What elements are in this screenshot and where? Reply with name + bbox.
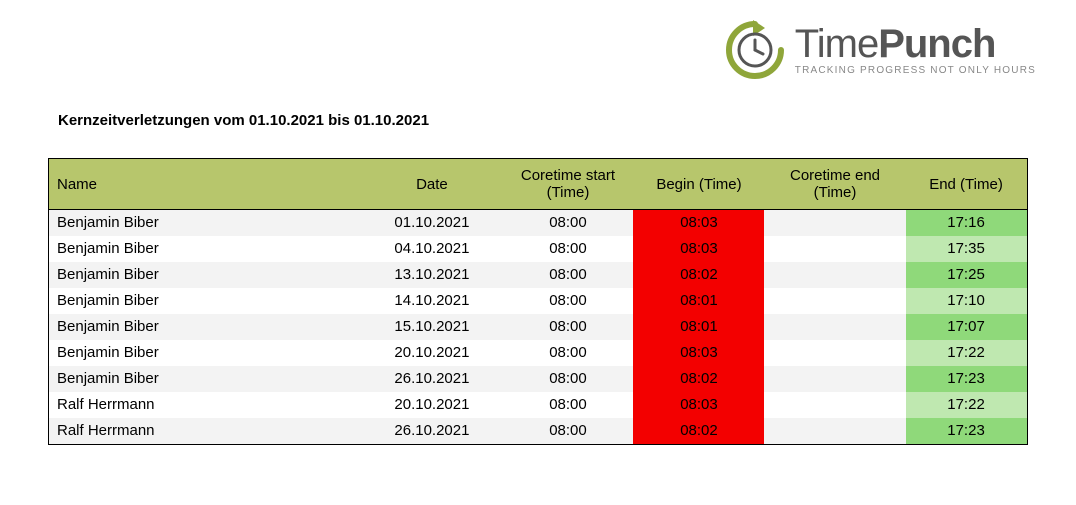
cell-end: 17:25 bbox=[906, 262, 1027, 288]
table-row: Benjamin Biber13.10.202108:0008:02 17:25 bbox=[49, 262, 1027, 288]
cell-begin: 08:01 bbox=[633, 314, 764, 340]
cell-coretime-end bbox=[764, 236, 905, 262]
cell-begin: 08:02 bbox=[633, 366, 764, 392]
table-row: Benjamin Biber20.10.202108:0008:03 17:22 bbox=[49, 340, 1027, 366]
cell-coretime-start: 08:00 bbox=[502, 366, 633, 392]
page-title: Kernzeitverletzungen vom 01.10.2021 bis … bbox=[58, 112, 429, 129]
brand-part1: Time bbox=[795, 22, 878, 66]
cell-name: Ralf Herrmann bbox=[49, 418, 361, 444]
cell-coretime-end bbox=[764, 366, 905, 392]
col-header-end: End (Time) bbox=[906, 159, 1027, 210]
cell-date: 15.10.2021 bbox=[361, 314, 502, 340]
cell-begin: 08:03 bbox=[633, 210, 764, 236]
col-header-date: Date bbox=[361, 159, 502, 210]
cell-name: Benjamin Biber bbox=[49, 236, 361, 262]
brand-name: TimePunch bbox=[795, 24, 996, 64]
table-header-row: Name Date Coretime start (Time) Begin (T… bbox=[49, 159, 1027, 210]
cell-coretime-start: 08:00 bbox=[502, 418, 633, 444]
cell-end: 17:35 bbox=[906, 236, 1027, 262]
cell-date: 26.10.2021 bbox=[361, 418, 502, 444]
cell-date: 04.10.2021 bbox=[361, 236, 502, 262]
cell-coretime-end bbox=[764, 392, 905, 418]
cell-coretime-end bbox=[764, 288, 905, 314]
brand-tagline: TRACKING PROGRESS NOT ONLY HOURS bbox=[795, 66, 1036, 76]
cell-begin: 08:03 bbox=[633, 340, 764, 366]
cell-begin: 08:02 bbox=[633, 262, 764, 288]
table-row: Benjamin Biber01.10.202108:0008:03 17:16 bbox=[49, 210, 1027, 236]
cell-end: 17:16 bbox=[906, 210, 1027, 236]
col-header-coretime-end: Coretime end (Time) bbox=[764, 159, 905, 210]
table-row: Benjamin Biber26.10.202108:0008:02 17:23 bbox=[49, 366, 1027, 392]
brand-part2: Punch bbox=[878, 22, 995, 66]
col-header-name: Name bbox=[49, 159, 361, 210]
cell-name: Benjamin Biber bbox=[49, 314, 361, 340]
table-row: Benjamin Biber15.10.202108:0008:01 17:07 bbox=[49, 314, 1027, 340]
cell-end: 17:22 bbox=[906, 340, 1027, 366]
cell-coretime-end bbox=[764, 340, 905, 366]
cell-end: 17:23 bbox=[906, 418, 1027, 444]
cell-coretime-end bbox=[764, 210, 905, 236]
cell-coretime-start: 08:00 bbox=[502, 288, 633, 314]
logo-text: TimePunch TRACKING PROGRESS NOT ONLY HOU… bbox=[795, 24, 1036, 76]
table-row: Ralf Herrmann20.10.202108:0008:03 17:22 bbox=[49, 392, 1027, 418]
table-row: Ralf Herrmann26.10.202108:0008:02 17:23 bbox=[49, 418, 1027, 444]
clock-arrow-icon bbox=[723, 18, 787, 82]
cell-begin: 08:03 bbox=[633, 392, 764, 418]
cell-name: Ralf Herrmann bbox=[49, 392, 361, 418]
cell-name: Benjamin Biber bbox=[49, 262, 361, 288]
cell-date: 26.10.2021 bbox=[361, 366, 502, 392]
logo: TimePunch TRACKING PROGRESS NOT ONLY HOU… bbox=[723, 18, 1036, 82]
cell-coretime-start: 08:00 bbox=[502, 262, 633, 288]
cell-date: 13.10.2021 bbox=[361, 262, 502, 288]
table-row: Benjamin Biber14.10.202108:0008:01 17:10 bbox=[49, 288, 1027, 314]
cell-date: 20.10.2021 bbox=[361, 340, 502, 366]
cell-coretime-start: 08:00 bbox=[502, 340, 633, 366]
cell-begin: 08:01 bbox=[633, 288, 764, 314]
cell-name: Benjamin Biber bbox=[49, 340, 361, 366]
cell-coretime-start: 08:00 bbox=[502, 392, 633, 418]
col-header-begin: Begin (Time) bbox=[633, 159, 764, 210]
cell-end: 17:22 bbox=[906, 392, 1027, 418]
cell-name: Benjamin Biber bbox=[49, 288, 361, 314]
cell-begin: 08:03 bbox=[633, 236, 764, 262]
cell-coretime-end bbox=[764, 418, 905, 444]
cell-name: Benjamin Biber bbox=[49, 210, 361, 236]
table-row: Benjamin Biber04.10.202108:0008:03 17:35 bbox=[49, 236, 1027, 262]
cell-date: 01.10.2021 bbox=[361, 210, 502, 236]
cell-end: 17:10 bbox=[906, 288, 1027, 314]
cell-date: 20.10.2021 bbox=[361, 392, 502, 418]
cell-date: 14.10.2021 bbox=[361, 288, 502, 314]
violations-table: Name Date Coretime start (Time) Begin (T… bbox=[48, 158, 1028, 445]
cell-coretime-start: 08:00 bbox=[502, 210, 633, 236]
cell-coretime-end bbox=[764, 262, 905, 288]
cell-coretime-start: 08:00 bbox=[502, 236, 633, 262]
cell-end: 17:23 bbox=[906, 366, 1027, 392]
cell-begin: 08:02 bbox=[633, 418, 764, 444]
col-header-coretime-start: Coretime start (Time) bbox=[502, 159, 633, 210]
cell-coretime-end bbox=[764, 314, 905, 340]
cell-name: Benjamin Biber bbox=[49, 366, 361, 392]
cell-coretime-start: 08:00 bbox=[502, 314, 633, 340]
cell-end: 17:07 bbox=[906, 314, 1027, 340]
